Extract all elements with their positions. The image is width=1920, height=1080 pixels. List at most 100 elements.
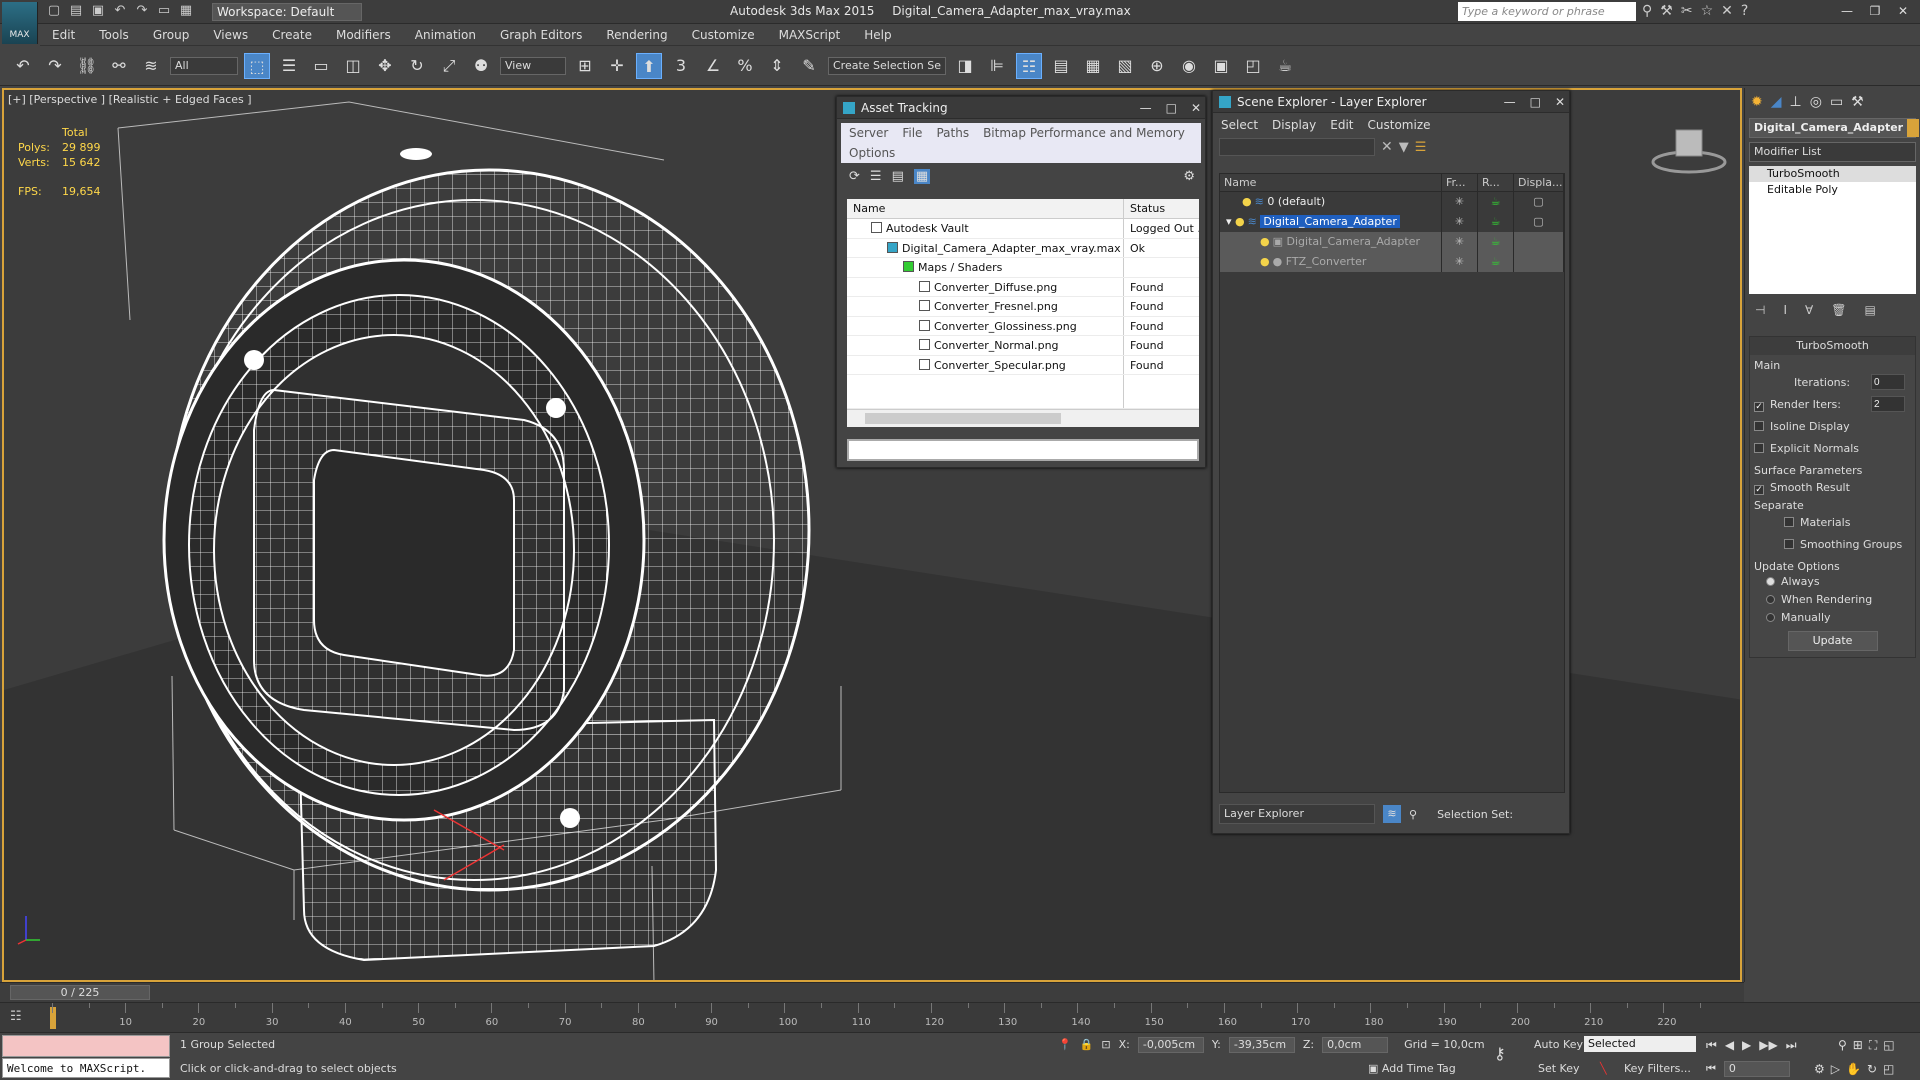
table-view-icon[interactable]: ▦ (913, 168, 931, 184)
orbit-icon[interactable]: ↻ (1867, 1060, 1877, 1078)
viewport-label[interactable]: [+] [Perspective ] [Realistic + Edged Fa… (8, 93, 252, 106)
min-max-toggle-icon[interactable]: ◰ (1883, 1060, 1894, 1078)
layer-row[interactable]: ● ≋ 0 (default) ✳ ☕ ▢ (1220, 192, 1564, 212)
maximize-icon[interactable]: □ (1166, 97, 1177, 119)
spinner-snap-icon[interactable]: ⇕ (764, 53, 790, 79)
display-icon[interactable] (1514, 252, 1564, 272)
goto-start-icon[interactable]: ⏮ (1706, 1036, 1717, 1054)
object-color-swatch[interactable] (1907, 119, 1919, 137)
asset-row[interactable]: Maps / Shaders (847, 258, 1199, 278)
new-file-icon[interactable]: ▢ (46, 3, 62, 19)
freeze-icon[interactable]: ✳ (1442, 192, 1478, 212)
menu-views[interactable]: Views (201, 24, 260, 46)
mirror-icon[interactable]: ◨ (952, 53, 978, 79)
zoom-extents-icon[interactable]: ⛶ (1869, 1036, 1877, 1054)
exchange-icon[interactable]: ✕ (1721, 3, 1733, 19)
asset-row[interactable]: Digital_Camera_Adapter_max_vray.max Ok (847, 238, 1199, 258)
modify-tab-icon[interactable]: ◢ (1771, 94, 1782, 110)
menu-modifiers[interactable]: Modifiers (324, 24, 403, 46)
ribbon-icon[interactable]: ▦ (1080, 53, 1106, 79)
at-menu-options[interactable]: Options (849, 146, 895, 160)
asset-horizontal-scrollbar[interactable] (847, 409, 1199, 427)
show-end-result-icon[interactable]: Ⅰ (1783, 303, 1787, 317)
viewcube-icon[interactable] (1644, 120, 1734, 180)
close-icon[interactable]: ✕ (1555, 91, 1565, 113)
menu-graph-editors[interactable]: Graph Editors (488, 24, 594, 46)
explorer-mode-dropdown[interactable]: Layer Explorer (1219, 804, 1375, 824)
render-production-icon[interactable]: ☕ (1272, 53, 1298, 79)
redo-icon[interactable]: ↷ (42, 53, 68, 79)
track-bar[interactable]: ☷ 10 20 30 40 50 60 70 80 90 100 110 120 130 140 150 16… (0, 1002, 1920, 1032)
materials-checkbox[interactable] (1784, 517, 1794, 527)
next-frame-icon[interactable]: ▶▶ (1759, 1036, 1777, 1054)
hold-icon[interactable]: ▭ (156, 3, 172, 19)
app-logo[interactable]: MAX (2, 2, 38, 44)
play-icon[interactable]: ▶ (1742, 1036, 1751, 1054)
isoline-checkbox[interactable] (1754, 421, 1764, 431)
hierarchy-mode-icon[interactable]: ⚲ (1409, 808, 1417, 821)
reference-coordinate-dropdown[interactable]: View (500, 56, 566, 75)
col-freeze[interactable]: Fr... (1442, 174, 1478, 191)
save-icon[interactable]: ▣ (90, 3, 106, 19)
stack-item-turbosmooth[interactable]: TurboSmooth (1749, 166, 1916, 182)
filter-icon[interactable]: ▼ (1399, 140, 1409, 155)
lock-icon[interactable]: 🔒 (1080, 1036, 1094, 1054)
maximize-icon[interactable]: □ (1530, 91, 1541, 113)
layers-mode-icon[interactable]: ≋ (1383, 805, 1401, 823)
se-menu-edit[interactable]: Edit (1330, 118, 1353, 132)
menu-group[interactable]: Group (141, 24, 202, 46)
restore-icon[interactable]: ❐ (1862, 2, 1888, 20)
material-editor-icon[interactable]: ◉ (1176, 53, 1202, 79)
add-time-tag[interactable]: Add Time Tag (1382, 1062, 1456, 1075)
time-config-icon[interactable]: ⚙ (1814, 1060, 1825, 1078)
minimize-icon[interactable]: — (1834, 2, 1860, 20)
align-icon[interactable]: ⊫ (984, 53, 1010, 79)
freeze-icon[interactable]: ✳ (1442, 232, 1478, 252)
asset-path-field[interactable] (847, 439, 1199, 461)
clear-search-icon[interactable]: ✕ (1381, 139, 1393, 155)
display-icon[interactable] (1514, 232, 1564, 252)
redo-icon[interactable]: ↷ (134, 3, 150, 19)
project-folder-icon[interactable]: ▦ (178, 3, 194, 19)
make-unique-icon[interactable]: ∀ (1805, 303, 1813, 317)
rendered-frame-window-icon[interactable]: ◰ (1240, 53, 1266, 79)
key-filters-button[interactable]: Key Filters... (1624, 1060, 1691, 1078)
asset-row[interactable]: Converter_Glossiness.png Found (847, 316, 1199, 336)
always-radio[interactable] (1766, 577, 1775, 586)
key-icon[interactable]: ⚷ (1494, 1045, 1506, 1063)
x-coordinate-field[interactable]: -0,005cm (1137, 1037, 1204, 1053)
percent-snap-icon[interactable]: % (732, 53, 758, 79)
undo-icon[interactable]: ↶ (112, 3, 128, 19)
zoom-all-icon[interactable]: ⊞ (1853, 1036, 1863, 1054)
rotate-icon[interactable]: ↻ (404, 53, 430, 79)
maxscript-listener[interactable] (2, 1035, 170, 1057)
se-menu-select[interactable]: Select (1221, 118, 1258, 132)
motion-tab-icon[interactable]: ◎ (1810, 94, 1822, 110)
search-input[interactable]: Type a keyword or phrase (1458, 2, 1636, 21)
goto-end-icon[interactable]: ⏭ (1786, 1036, 1797, 1054)
col-status[interactable]: Status (1124, 199, 1199, 218)
scene-explorer-titlebar[interactable]: Scene Explorer - Layer Explorer — □ ✕ (1213, 91, 1569, 113)
render-icon[interactable]: ☕ (1478, 212, 1514, 232)
layer-visible-icon[interactable]: ● (1235, 215, 1245, 228)
y-coordinate-field[interactable]: -39,35cm (1228, 1037, 1295, 1053)
object-row[interactable]: ● ● FTZ_Converter ✳ ☕ (1220, 252, 1564, 272)
time-slider-thumb[interactable]: 0 / 225 (10, 985, 150, 1000)
auto-key-button[interactable]: Auto Key (1534, 1036, 1583, 1054)
at-menu-bitmap[interactable]: Bitmap Performance and Memory (983, 126, 1185, 140)
object-name-field[interactable]: Digital_Camera_Adapter (1749, 118, 1919, 138)
materials-control[interactable]: Materials (1754, 512, 1911, 534)
update-button[interactable]: Update (1787, 631, 1878, 651)
menu-create[interactable]: Create (260, 24, 324, 46)
remove-modifier-icon[interactable]: 🗑 (1831, 303, 1846, 317)
scale-icon[interactable]: ⤢ (436, 53, 462, 79)
layer-explorer-icon[interactable]: ☷ (1016, 52, 1042, 79)
layer-add-icon[interactable]: ☰ (1415, 140, 1427, 155)
layer-row[interactable]: ▾ ● ≋ Digital_Camera_Adapter ✳ ☕ ▢ (1220, 212, 1564, 232)
field-of-view-icon[interactable]: ▷ (1831, 1060, 1840, 1078)
display-tab-icon[interactable]: ▭ (1830, 94, 1843, 110)
unlink-icon[interactable]: ⚯ (106, 53, 132, 79)
se-menu-display[interactable]: Display (1272, 118, 1316, 132)
refresh-icon[interactable]: ⟳ (849, 169, 860, 184)
collapse-icon[interactable]: ▾ (1226, 215, 1235, 228)
